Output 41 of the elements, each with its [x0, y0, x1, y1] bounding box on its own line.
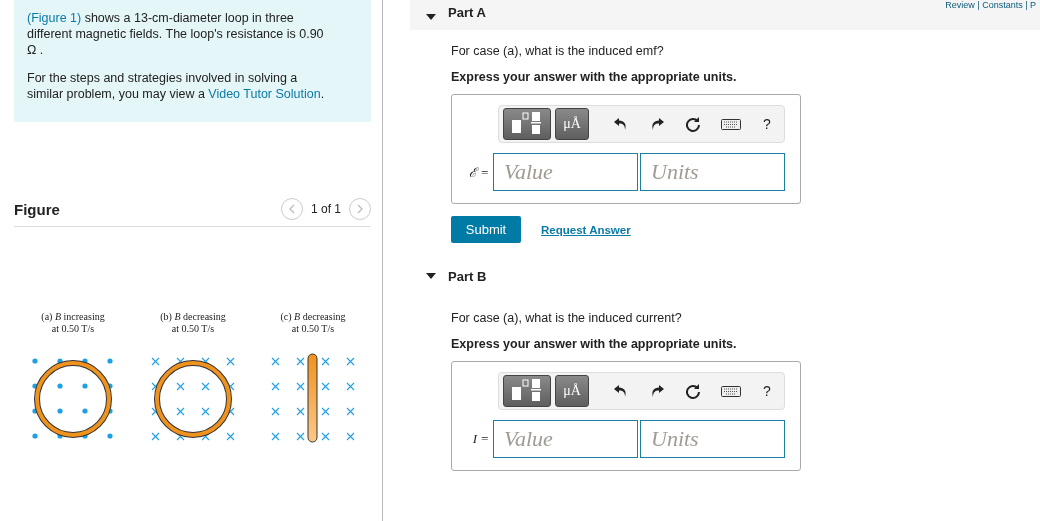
units-button[interactable]: μÅ [555, 108, 589, 140]
chevron-right-icon [356, 204, 364, 214]
page-indicator: 1 of 1 [310, 202, 341, 216]
panel-label: (a) B increasing [41, 311, 105, 323]
keyboard-icon[interactable] [721, 385, 741, 397]
part-title[interactable]: Part A [448, 5, 486, 20]
question-text: For case (a), what is the induced current? [451, 311, 683, 325]
question-text: For case (a), what is the induced emf? [451, 44, 665, 58]
problem-text: (Figure 1) shows a 13-cm-diameter loop in three different magnetic fields. The loop's resistance is 0.90 Ω . [27, 10, 325, 58]
strategy-text: For the steps and strategies involved in solving a similar problem, you may view a Video Tutor Solution. [27, 70, 326, 102]
reset-icon[interactable] [685, 383, 701, 399]
variable-label: ℰ = [467, 164, 490, 181]
help-button[interactable]: ? [763, 116, 771, 132]
figure-link[interactable]: (Figure 1) [27, 11, 82, 25]
part-title[interactable]: Part B [448, 268, 487, 284]
reset-icon[interactable] [685, 116, 701, 132]
rate-label: at 0.50 T/s [51, 323, 95, 335]
expand-icon[interactable] [426, 14, 436, 20]
video-link[interactable]: Video Tutor Solution [208, 87, 321, 101]
instruction-text: Express your answer with the appropriate units. [451, 337, 738, 351]
submit-button[interactable]: Submit [451, 216, 521, 243]
rate-label: at 0.50 T/s [171, 323, 215, 335]
rate-label: at 0.50 T/s [291, 323, 335, 335]
help-button[interactable]: ? [763, 383, 771, 399]
figure-title: Figure [14, 200, 60, 218]
header-links[interactable]: Review | Constants | P [945, 0, 1036, 10]
panel-label: (b) B decreasing [160, 311, 226, 323]
chevron-left-icon [287, 204, 296, 214]
expand-icon[interactable] [426, 273, 436, 279]
instruction-text: Express your answer with the appropriate units. [451, 70, 738, 84]
template-button[interactable] [503, 375, 551, 407]
units-field[interactable]: Units [640, 153, 785, 191]
request-answer-link[interactable]: Request Answer [541, 223, 631, 236]
units-button[interactable]: μÅ [555, 375, 589, 407]
variable-label: I = [471, 431, 490, 447]
template-button[interactable] [503, 108, 551, 140]
keyboard-icon[interactable] [721, 118, 741, 130]
value-field[interactable]: Value [493, 420, 638, 458]
units-field[interactable]: Units [640, 420, 785, 458]
panel-label: (c) B decreasing [280, 311, 346, 323]
value-field[interactable]: Value [493, 153, 638, 191]
